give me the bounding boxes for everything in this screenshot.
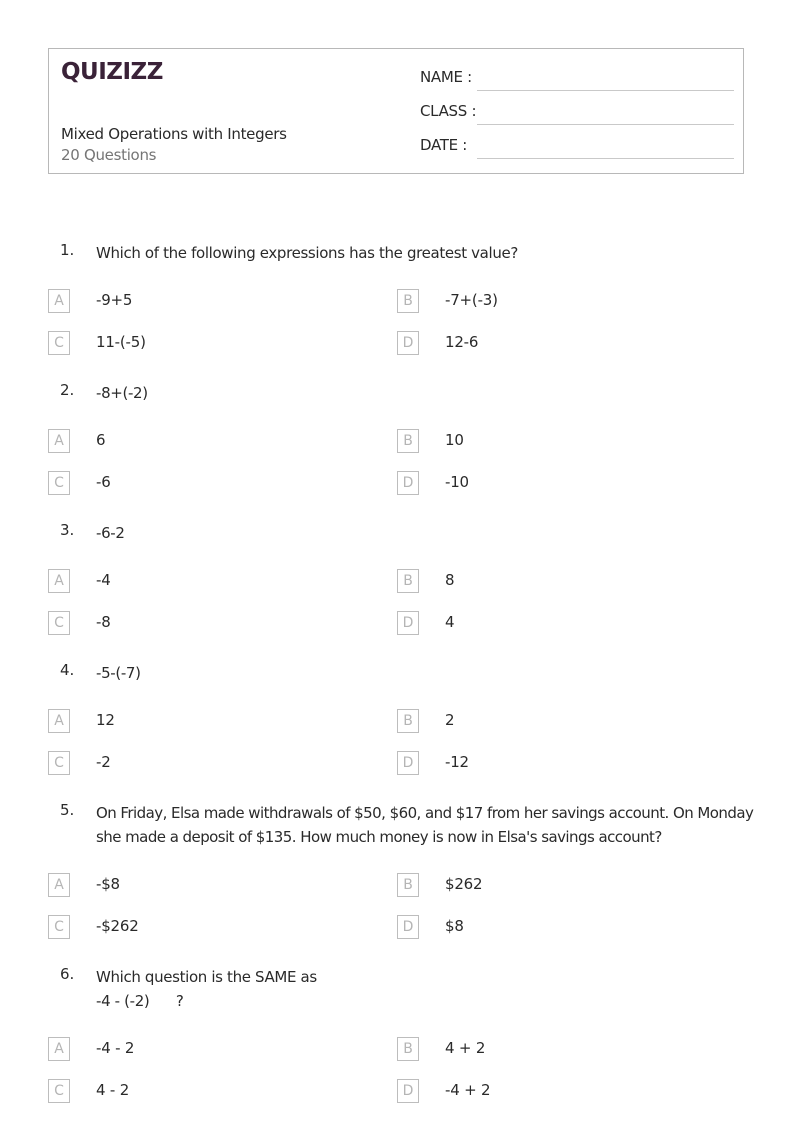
option-text: $8	[445, 917, 464, 935]
option-letter-box[interactable]: D	[397, 915, 419, 939]
option-text: 12-6	[445, 333, 479, 351]
question-count: 20 Questions	[61, 146, 157, 164]
option-letter-box[interactable]: B	[397, 709, 419, 733]
option-letter-box[interactable]: D	[397, 471, 419, 495]
question-number: 5.	[60, 801, 75, 819]
class-label: CLASS :	[420, 102, 477, 120]
question-number: 2.	[60, 381, 75, 399]
option-text: 11-(-5)	[96, 333, 146, 351]
option-letter-box[interactable]: B	[397, 289, 419, 313]
option-letter-box[interactable]: A	[48, 709, 70, 733]
option-letter-box[interactable]: D	[397, 611, 419, 635]
question-number: 3.	[60, 521, 75, 539]
quizizz-logo: QUIZIZZ	[61, 59, 163, 85]
option-letter-box[interactable]: A	[48, 289, 70, 313]
option-letter-box[interactable]: C	[48, 1079, 70, 1103]
date-field[interactable]: DATE :	[420, 136, 734, 160]
option-text: 6	[96, 431, 106, 449]
option-text: -9+5	[96, 291, 133, 309]
option-letter-box[interactable]: B	[397, 873, 419, 897]
option-text: -2	[96, 753, 111, 771]
option-letter-box[interactable]: A	[48, 429, 70, 453]
option-letter-box[interactable]: C	[48, 331, 70, 355]
option-text: -4 - 2	[96, 1039, 135, 1057]
option-letter-box[interactable]: A	[48, 1037, 70, 1061]
option-text: -4	[96, 571, 111, 589]
class-field[interactable]: CLASS :	[420, 102, 734, 126]
option-text: 4 - 2	[96, 1081, 130, 1099]
option-letter-box[interactable]: D	[397, 1079, 419, 1103]
option-text: -10	[445, 473, 469, 491]
worksheet-title: Mixed Operations with Integers	[61, 125, 287, 143]
class-input-line[interactable]	[477, 124, 734, 125]
question-text: On Friday, Elsa made withdrawals of $50,…	[96, 804, 758, 846]
option-text: $262	[445, 875, 483, 893]
question-number: 4.	[60, 661, 75, 679]
option-text: -7+(-3)	[445, 291, 498, 309]
question-text: Which question is the SAME as -4 - (-2) …	[96, 968, 317, 1010]
question-number: 6.	[60, 965, 75, 983]
date-label: DATE :	[420, 136, 468, 154]
option-letter-box[interactable]: B	[397, 1037, 419, 1061]
option-letter-box[interactable]: A	[48, 569, 70, 593]
option-text: 10	[445, 431, 464, 449]
option-text: -4 + 2	[445, 1081, 491, 1099]
question-text: -5-(-7)	[96, 664, 141, 682]
option-text: -$262	[96, 917, 139, 935]
name-input-line[interactable]	[477, 90, 734, 91]
option-text: -8	[96, 613, 111, 631]
question-number: 1.	[60, 241, 75, 259]
option-letter-box[interactable]: B	[397, 429, 419, 453]
option-letter-box[interactable]: C	[48, 471, 70, 495]
option-text: -6	[96, 473, 111, 491]
name-field[interactable]: NAME :	[420, 68, 734, 92]
name-label: NAME :	[420, 68, 472, 86]
question-text: Which of the following expressions has t…	[96, 244, 518, 262]
option-text: -$8	[96, 875, 120, 893]
option-text: 4	[445, 613, 455, 631]
option-letter-box[interactable]: B	[397, 569, 419, 593]
option-text: 2	[445, 711, 455, 729]
option-text: 8	[445, 571, 455, 589]
option-letter-box[interactable]: D	[397, 751, 419, 775]
option-letter-box[interactable]: A	[48, 873, 70, 897]
option-letter-box[interactable]: C	[48, 611, 70, 635]
option-letter-box[interactable]: D	[397, 331, 419, 355]
option-letter-box[interactable]: C	[48, 751, 70, 775]
question-text: -6-2	[96, 524, 125, 542]
option-text: 12	[96, 711, 115, 729]
question-text: -8+(-2)	[96, 384, 148, 402]
worksheet-header: QUIZIZZ Mixed Operations with Integers 2…	[48, 48, 744, 174]
option-text: -12	[445, 753, 469, 771]
option-letter-box[interactable]: C	[48, 915, 70, 939]
option-text: 4 + 2	[445, 1039, 486, 1057]
date-input-line[interactable]	[477, 158, 734, 159]
